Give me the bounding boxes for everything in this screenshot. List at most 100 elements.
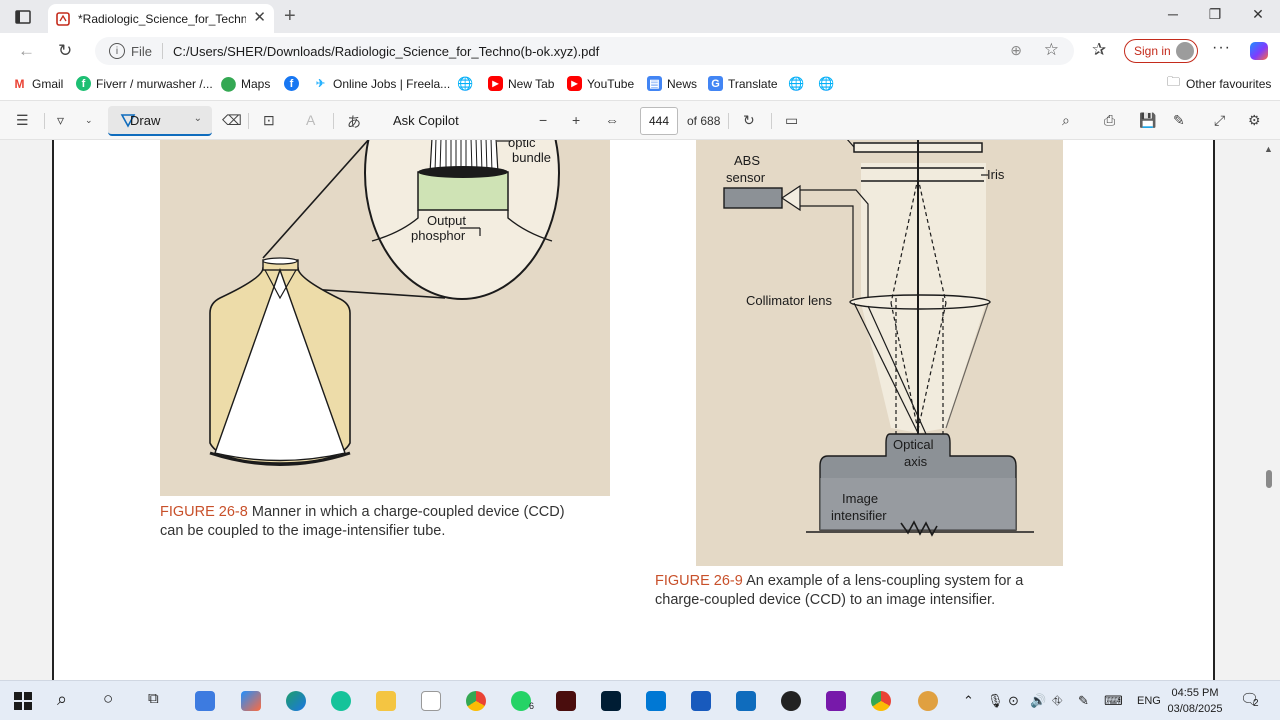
language-indicator[interactable]: ENG — [1137, 695, 1161, 707]
windows-start-icon[interactable] — [13, 691, 33, 711]
file-explorer-icon[interactable] — [376, 691, 396, 711]
draw-label: Draw — [130, 112, 161, 128]
info-icon[interactable]: i — [109, 43, 125, 59]
rotate-icon[interactable]: ↻ — [743, 112, 755, 129]
print-icon[interactable]: ⎙ — [1104, 112, 1115, 129]
more-icon[interactable]: ··· — [1212, 39, 1231, 57]
edge-icon[interactable] — [286, 691, 306, 711]
ask-copilot-button[interactable]: Ask Copilot — [393, 113, 459, 128]
chevron-up-icon[interactable]: ⌃ — [963, 693, 974, 709]
notepad-icon[interactable] — [421, 691, 441, 711]
chevron-down-icon[interactable]: ⌄ — [85, 115, 93, 126]
fit-page-icon[interactable]: ⇔ — [605, 112, 619, 128]
search-icon[interactable]: ⌕ — [1062, 112, 1070, 129]
fig2-label-image: Image — [842, 491, 879, 506]
pdf-viewer[interactable]: optic bundle Output phosphor FIGURE 26-8… — [0, 140, 1280, 680]
star-icon[interactable]: ☆ — [1044, 40, 1059, 60]
cortana-icon[interactable]: ○ — [103, 689, 113, 709]
outlook-icon[interactable] — [736, 691, 756, 711]
obs-icon[interactable] — [781, 691, 801, 711]
contents-icon[interactable]: ☰ — [16, 112, 29, 129]
save-as-icon[interactable]: ✎ — [1173, 112, 1185, 129]
app-icon[interactable] — [918, 691, 938, 711]
youtube-icon: ▶ — [567, 76, 582, 91]
close-tab-icon[interactable]: ✕ — [253, 10, 266, 26]
read-aloud-icon[interactable]: A — [306, 112, 315, 128]
bookmark-label: YouTube — [587, 76, 635, 91]
other-favourites[interactable]: 🗀 Other favourites — [1166, 74, 1271, 91]
sign-in-button[interactable]: Sign in — [1124, 39, 1198, 63]
chevron-down-icon: ⌄ — [193, 113, 202, 124]
bookmark-facebook[interactable]: f — [284, 76, 304, 91]
grammarly-icon[interactable] — [331, 691, 351, 711]
illustrator-icon[interactable] — [556, 691, 576, 711]
pdf-toolbar: ☰ ▿ ⌄ Draw ⌄ ⌫ ⊡ A あ Ask Copilot − + ⇔ 4… — [0, 100, 1280, 140]
bookmark-fiverr[interactable]: f Fiverr / murwasher /... — [76, 76, 213, 91]
restore-button[interactable]: ❐ — [1200, 6, 1230, 23]
url-text[interactable]: C:/Users/SHER/Downloads/Radiologic_Scien… — [173, 44, 599, 59]
zoom-icon[interactable]: ⊕ — [1010, 42, 1022, 59]
save-icon[interactable]: 💾 — [1139, 112, 1156, 129]
page-number-input[interactable]: 444 — [640, 107, 678, 135]
camera-icon[interactable]: ⊙ — [1008, 693, 1019, 709]
fig2-label-collimator: Collimator lens — [746, 293, 832, 308]
minimize-button[interactable]: ─ — [1158, 6, 1188, 22]
copilot-icon[interactable] — [1250, 42, 1268, 60]
vscode-icon[interactable] — [646, 691, 666, 711]
vertical-scrollbar[interactable]: ▲ — [1262, 140, 1276, 680]
volume-icon[interactable]: 🔊 — [1030, 693, 1046, 709]
chrome-profile-icon[interactable] — [871, 691, 891, 711]
clock-date: 03/08/2025 — [1167, 703, 1223, 715]
bookmark-news[interactable]: ▤ News — [647, 76, 697, 91]
whatsapp-badge: 6 — [529, 701, 535, 711]
copilot-app-icon[interactable] — [241, 691, 261, 711]
whatsapp-icon[interactable] — [511, 691, 531, 711]
tab-actions-icon[interactable] — [10, 7, 36, 27]
search-icon[interactable]: ⌕ — [57, 689, 67, 710]
back-icon[interactable]: ← — [18, 41, 35, 61]
clock[interactable]: 04:55 PM 03/08/2025 — [1165, 685, 1225, 717]
pen-icon[interactable]: ✎ — [1078, 693, 1089, 709]
bookmark-freelancer[interactable]: ✈ Online Jobs | Freela... — [313, 76, 450, 91]
store-icon[interactable] — [195, 691, 215, 711]
url-box[interactable]: i File C:/Users/SHER/Downloads/Radiologi… — [95, 37, 1074, 65]
bookmark-globe[interactable]: 🌐 — [457, 76, 478, 91]
refresh-icon[interactable]: ↻ — [58, 41, 72, 61]
translate-icon[interactable]: あ — [347, 112, 361, 132]
new-tab-button[interactable]: + — [284, 5, 296, 27]
news-icon: ▤ — [647, 76, 662, 91]
active-tab[interactable]: *Radiologic_Science_for_Techno(b ✕ — [48, 4, 274, 33]
bookmark-maps[interactable]: ⬤ Maps — [221, 75, 271, 91]
zoom-in-icon[interactable]: + — [572, 112, 580, 128]
highlight-icon[interactable]: ▿ — [57, 112, 64, 129]
zoom-out-icon[interactable]: − — [539, 112, 547, 128]
gmail-icon: M — [14, 76, 25, 91]
keyboard-icon[interactable]: ⌨ — [1104, 693, 1123, 709]
figure-26-8: optic bundle Output phosphor — [160, 140, 610, 496]
microphone-icon[interactable]: 🎙 — [987, 693, 1004, 709]
eraser-icon[interactable]: ⌫ — [222, 112, 242, 129]
chrome-icon[interactable] — [466, 691, 486, 711]
scroll-up-icon[interactable]: ▲ — [1264, 144, 1273, 154]
scroll-thumb[interactable] — [1266, 470, 1272, 488]
network-icon[interactable]: ⛗ — [1052, 693, 1062, 709]
bookmark-new-tab[interactable]: ▶ New Tab — [488, 76, 554, 91]
text-box-icon[interactable]: ⊡ — [263, 112, 275, 129]
globe-icon: 🌐 — [788, 75, 805, 91]
bookmark-globe-3[interactable]: 🌐 — [818, 76, 839, 91]
close-window-button[interactable]: ✕ — [1243, 6, 1273, 23]
bookmark-gmail[interactable]: M Gmail — [12, 76, 64, 91]
fullscreen-icon[interactable]: ⤢ — [1214, 112, 1225, 129]
fig2-label-optical: Optical — [893, 437, 934, 452]
draw-button[interactable]: Draw ⌄ — [108, 106, 212, 136]
bookmark-globe-2[interactable]: 🌐 — [788, 75, 809, 91]
photoshop-icon[interactable] — [601, 691, 621, 711]
word-icon[interactable] — [691, 691, 711, 711]
bookmark-youtube[interactable]: ▶ YouTube — [567, 76, 634, 91]
settings-icon[interactable]: ⚙ — [1248, 112, 1261, 129]
page-view-icon[interactable]: ▭ — [785, 112, 798, 129]
bookmark-translate[interactable]: G Translate — [708, 76, 778, 91]
task-view-icon[interactable]: ⧉ — [148, 690, 159, 707]
onenote-icon[interactable] — [826, 691, 846, 711]
favourites-icon[interactable]: ✰ — [1092, 40, 1106, 60]
